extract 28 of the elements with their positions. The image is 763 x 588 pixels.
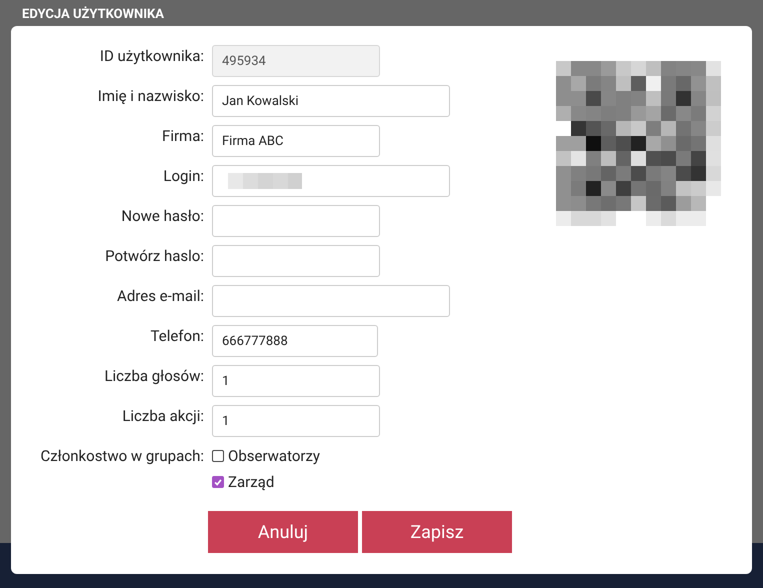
checkbox[interactable]: [212, 476, 224, 488]
input-field[interactable]: [212, 165, 450, 197]
input-field[interactable]: Jan Kowalski: [212, 85, 450, 117]
field-label: Liczba głosów:: [103, 366, 204, 387]
field-label: Członkostwo w grupach:: [39, 446, 204, 467]
input-field[interactable]: [212, 205, 380, 237]
input-field[interactable]: 1: [212, 405, 380, 437]
checkbox-label: Obserwatorzy: [228, 447, 320, 465]
field-label: Liczba akcji:: [121, 406, 204, 427]
field-label: Login:: [162, 166, 204, 187]
field-label: Adres e-mail:: [116, 286, 204, 307]
dialog-button[interactable]: Zapisz: [362, 511, 512, 553]
field-label: Imię i nazwisko:: [96, 86, 204, 107]
field-label: ID użytkownika:: [98, 46, 204, 67]
input-field[interactable]: 1: [212, 365, 380, 397]
input-field[interactable]: 666777888: [212, 325, 378, 357]
checkbox-label: Zarząd: [228, 473, 274, 491]
input-field[interactable]: Firma ABC: [212, 125, 380, 157]
field-label: Potwórz haslo:: [104, 246, 204, 267]
dialog-button[interactable]: Anuluj: [208, 511, 358, 553]
input-field[interactable]: [212, 285, 450, 317]
checkbox[interactable]: [212, 450, 224, 462]
blurred-value-icon: [228, 173, 302, 189]
input-field[interactable]: [212, 245, 380, 277]
field-label: Telefon:: [150, 326, 204, 347]
field-label: Firma:: [161, 126, 204, 147]
dialog-title: EDYCJA UŻYTKOWNIKA: [22, 7, 164, 22]
field-label: Nowe hasło:: [120, 206, 204, 227]
